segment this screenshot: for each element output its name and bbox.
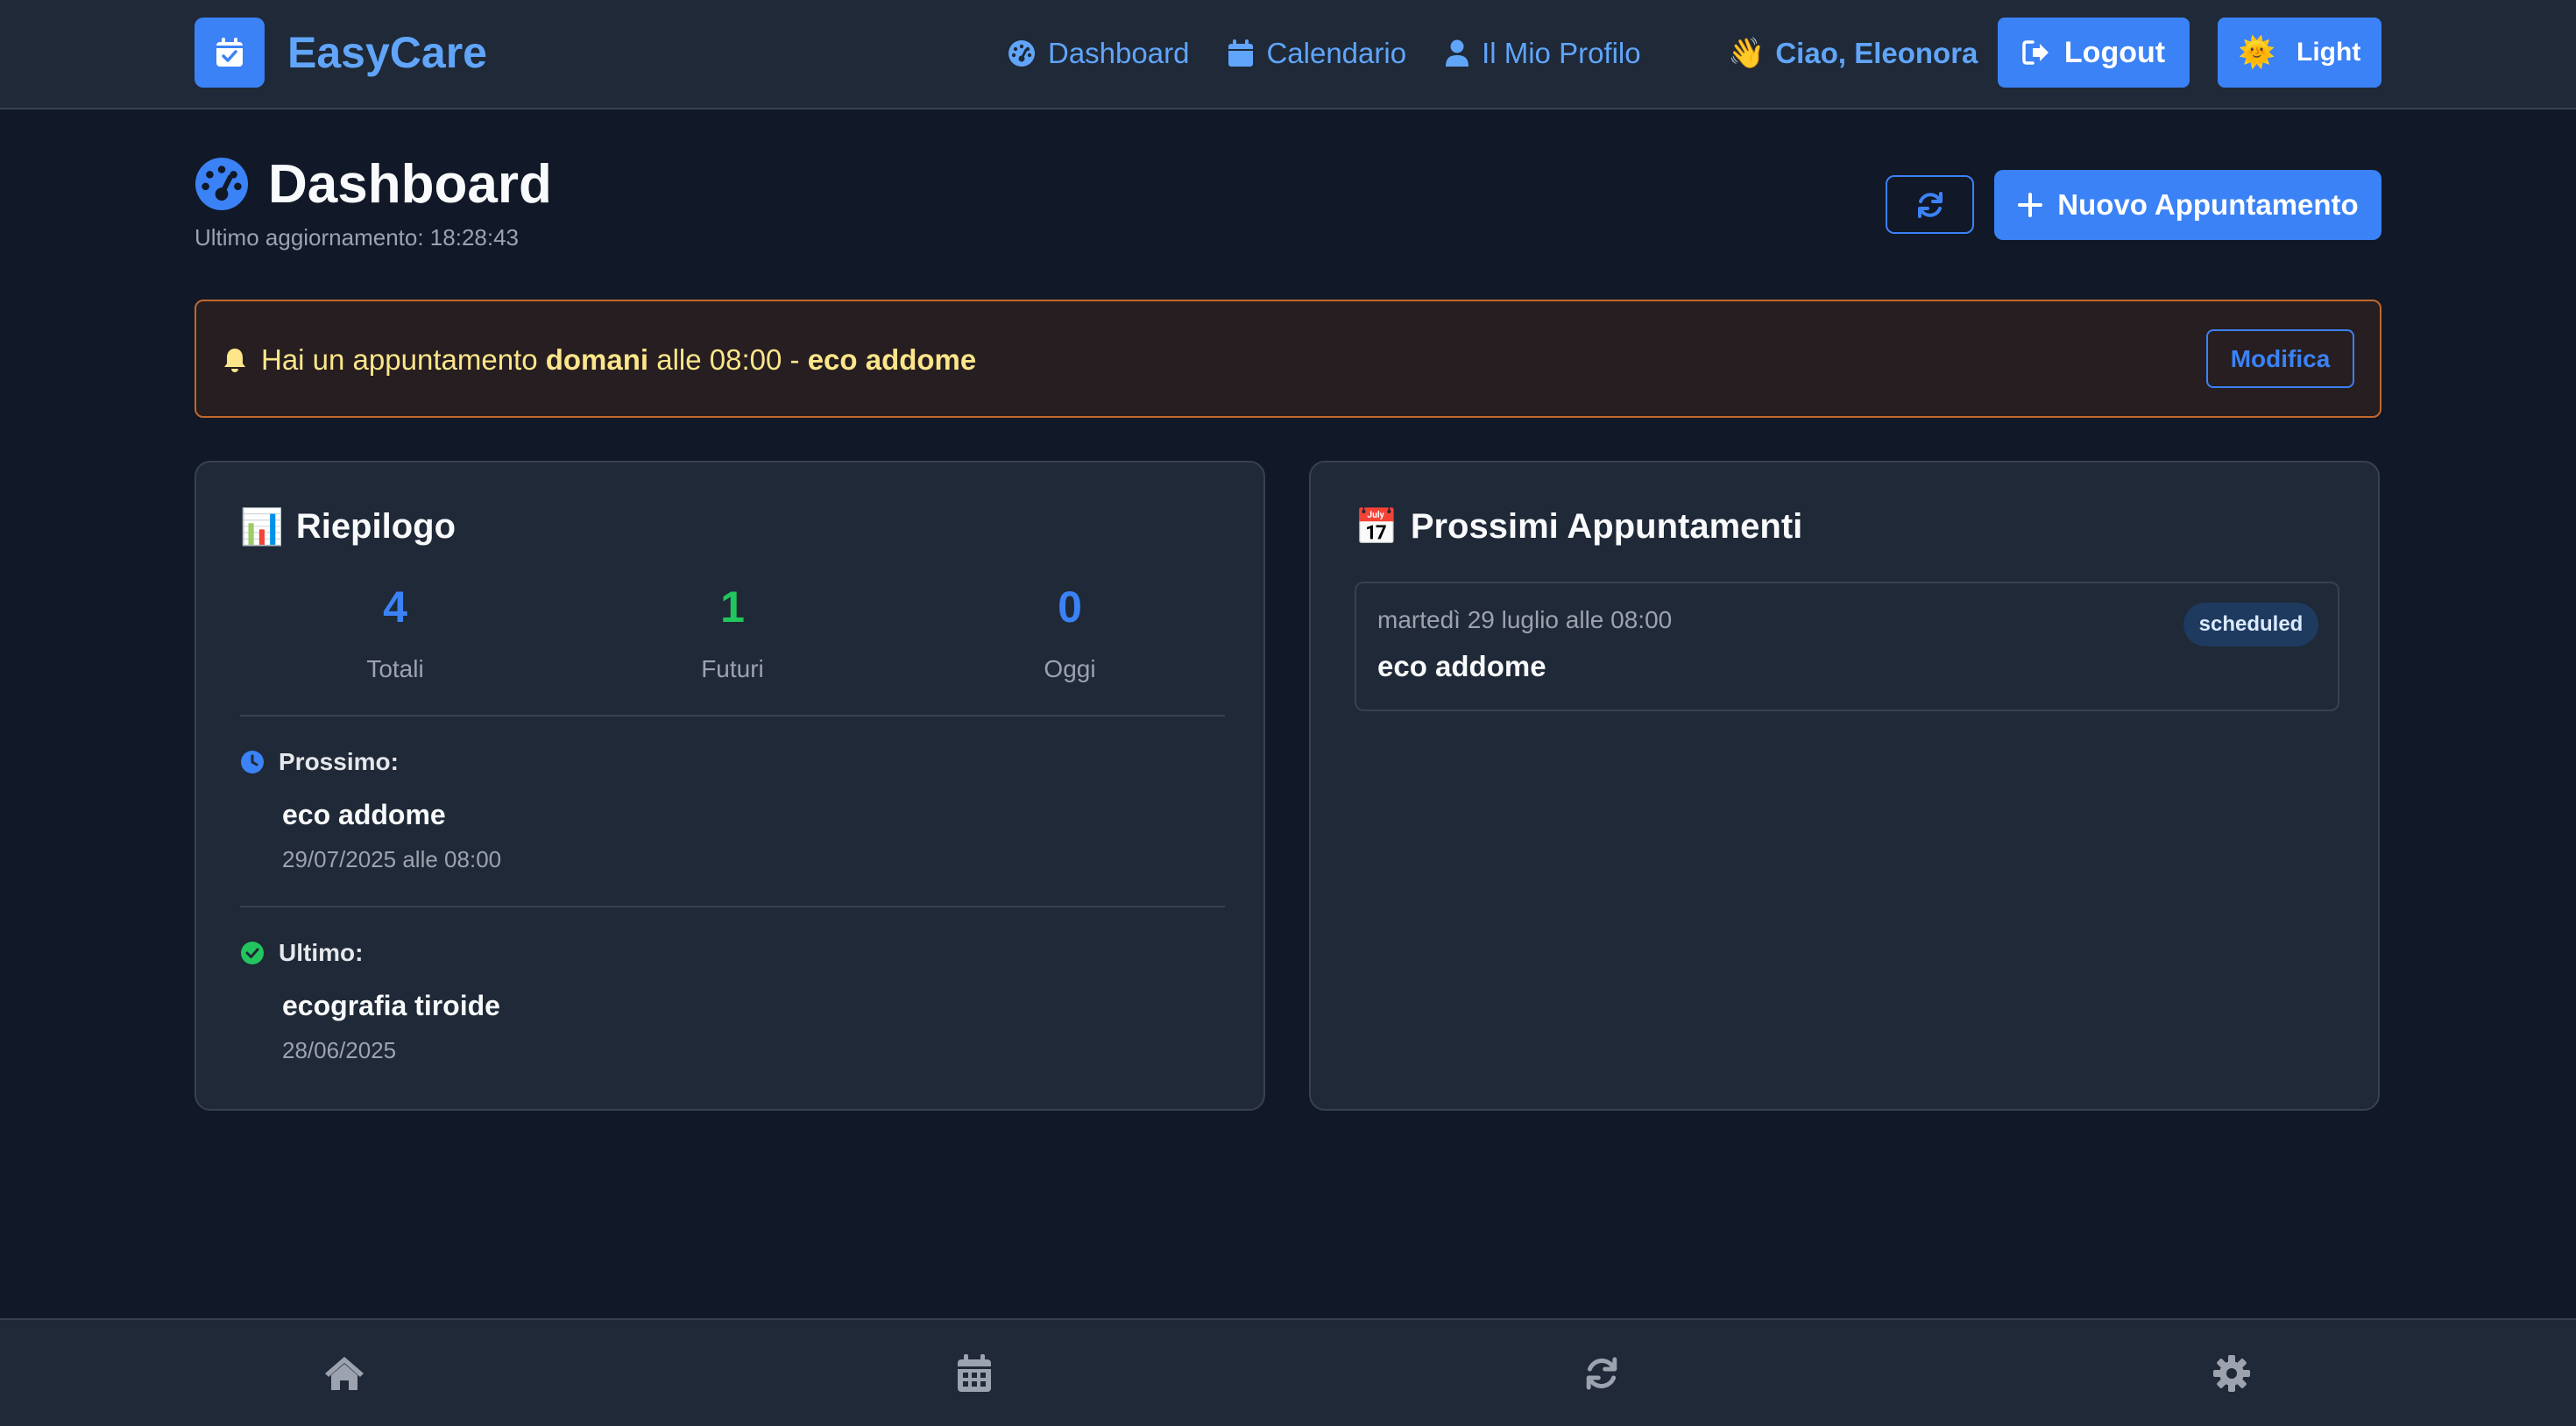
brand-name: EasyCare [287, 28, 487, 77]
stat-future-value: 1 [720, 582, 745, 632]
check-circle-icon [241, 942, 264, 964]
next-heading: Prossimo: [240, 748, 399, 776]
refresh-icon [1586, 1357, 1617, 1390]
user-icon [1446, 39, 1469, 67]
page-title: Dashboard [195, 151, 552, 217]
gauge-icon [1008, 40, 1035, 67]
gauge-icon [195, 157, 249, 211]
home-icon [325, 1357, 364, 1390]
bottom-nav-settings[interactable] [2211, 1353, 2253, 1394]
upcoming-card-title: 📅 Prossimi Appuntamenti [1355, 506, 1802, 547]
theme-label: Light [2296, 38, 2361, 67]
calendar-emoji-icon: 📅 [1355, 508, 1398, 547]
last-heading-text: Ultimo: [279, 939, 364, 966]
refresh-button[interactable] [1886, 175, 1974, 234]
stat-total-value: 4 [383, 582, 407, 632]
new-appointment-button[interactable]: Nuovo Appuntamento [1994, 170, 2381, 240]
alert-text-before: Hai un appuntamento [261, 343, 546, 376]
last-appointment-date: 28/06/2025 [282, 1037, 397, 1063]
stat-total-label: Totali [366, 655, 424, 682]
calendar-icon [958, 1354, 991, 1392]
alert-message: Hai un appuntamento domani alle 08:00 - … [223, 338, 976, 382]
nav-calendario[interactable]: Calendario [1228, 37, 1406, 70]
summary-title-text: Riepilogo [295, 507, 456, 546]
refresh-icon [1917, 191, 1943, 218]
page-heading: Dashboard [268, 153, 552, 215]
brand[interactable]: EasyCare [195, 18, 487, 88]
top-navbar: EasyCare Dashboard Calendario Il Mio Pro… [0, 0, 2576, 109]
main-nav: Dashboard Calendario Il Mio Profilo [1008, 32, 1680, 75]
status-badge: scheduled [2183, 603, 2318, 646]
divider [240, 906, 1225, 907]
summary-card-title: 📊 Riepilogo [240, 506, 456, 547]
next-appointment-date: 29/07/2025 alle 08:00 [282, 846, 502, 872]
bottom-nav-home[interactable] [323, 1353, 365, 1394]
calendar-icon [1228, 39, 1254, 67]
next-appointment-title: eco addome [282, 799, 446, 830]
nav-calendario-label: Calendario [1266, 37, 1407, 69]
new-appointment-label: Nuovo Appuntamento [2057, 188, 2359, 221]
edit-appointment-button[interactable]: Modifica [2206, 329, 2354, 388]
appointment-title: eco addome [1377, 650, 1546, 682]
appointment-item[interactable]: martedì 29 luglio alle 08:00 eco addome … [1355, 582, 2339, 711]
sun-icon: 🌞 [2238, 36, 2276, 69]
summary-card: 📊 Riepilogo 4 Totali 1 Futuri 0 Oggi Pro… [195, 461, 1265, 1111]
stat-today: 0 Oggi [982, 582, 1157, 683]
logout-button[interactable]: Logout [1998, 18, 2190, 88]
nav-dashboard[interactable]: Dashboard [1008, 37, 1189, 70]
last-heading: Ultimo: [240, 939, 363, 967]
gear-icon [2213, 1355, 2250, 1392]
nav-profilo[interactable]: Il Mio Profilo [1445, 37, 1641, 70]
bar-chart-icon: 📊 [240, 508, 284, 547]
stat-today-value: 0 [1058, 582, 1082, 632]
stat-future: 1 Futuri [645, 582, 820, 683]
calendar-check-icon [195, 18, 265, 88]
logout-label: Logout [2063, 35, 2166, 69]
upcoming-title-text: Prossimi Appuntamenti [1410, 507, 1803, 546]
waving-hand-icon: 👋 [1728, 37, 1766, 70]
stat-total: 4 Totali [308, 582, 483, 683]
bottom-nav-refresh[interactable] [1581, 1353, 1623, 1394]
alert-what: eco addome [807, 343, 977, 376]
alert-when: domani [545, 343, 649, 376]
nav-profilo-label: Il Mio Profilo [1482, 37, 1641, 69]
bottom-nav-calendar[interactable] [953, 1353, 995, 1394]
reminder-alert: Hai un appuntamento domani alle 08:00 - … [195, 300, 2381, 418]
clock-icon [241, 751, 264, 773]
bottom-nav [0, 1318, 2576, 1426]
logout-icon [2022, 40, 2049, 65]
plus-icon [2018, 193, 2043, 217]
alert-text-middle: alle 08:00 - [648, 343, 808, 376]
divider [240, 715, 1225, 717]
greeting-text: Ciao, Eleonora [1775, 37, 1978, 69]
stat-future-label: Futuri [701, 655, 764, 682]
last-appointment-title: ecografia tiroide [282, 990, 500, 1021]
user-greeting: 👋 Ciao, Eleonora [1728, 32, 1978, 75]
upcoming-card: 📅 Prossimi Appuntamenti martedì 29 lugli… [1309, 461, 2380, 1111]
next-heading-text: Prossimo: [279, 748, 399, 775]
bell-icon [224, 349, 245, 372]
stat-today-label: Oggi [1044, 655, 1096, 682]
theme-toggle-button[interactable]: 🌞 Light [2218, 18, 2381, 88]
nav-dashboard-label: Dashboard [1048, 37, 1190, 69]
last-update-text: Ultimo aggiornamento: 18:28:43 [195, 224, 520, 251]
appointment-date: martedì 29 luglio alle 08:00 [1377, 606, 1673, 633]
